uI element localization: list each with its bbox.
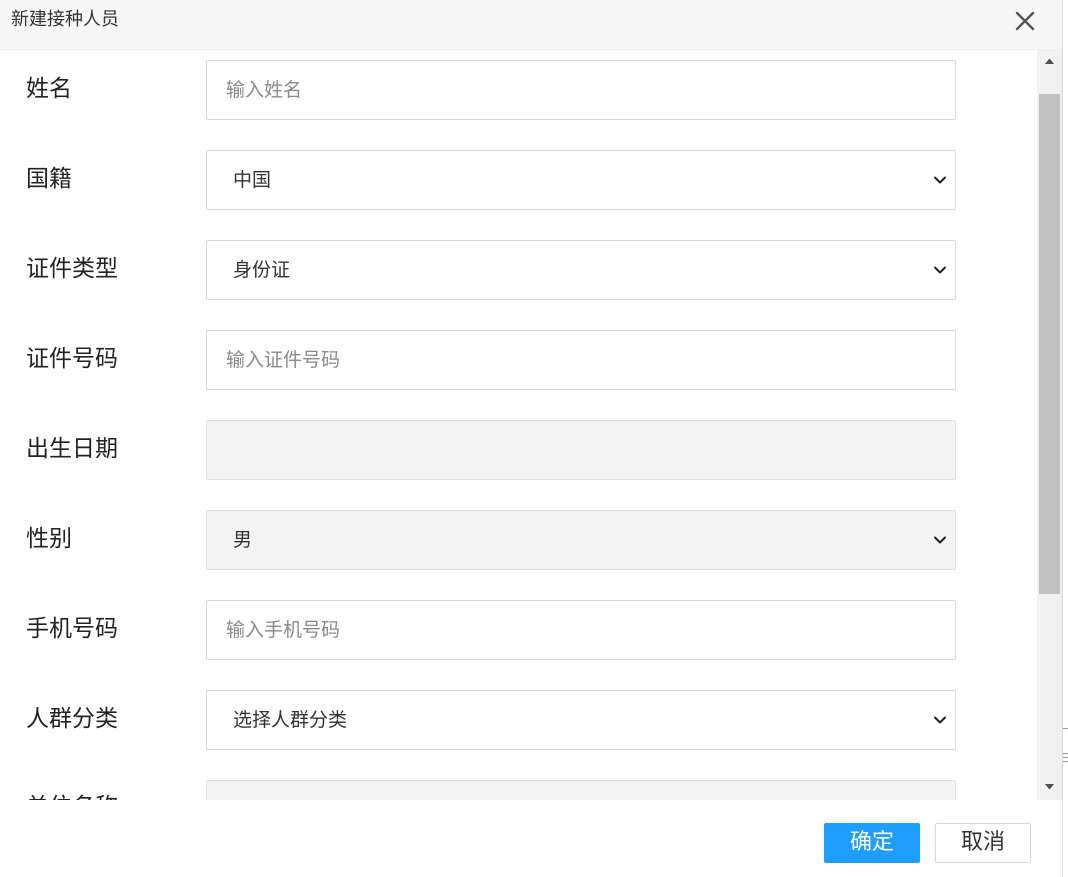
form-row-nationality: 国籍 中国 [0,150,1037,210]
id-type-value: 身份证 [233,259,291,281]
population-category-label: 人群分类 [26,706,118,732]
work-unit-label: 单位名称 [26,792,118,800]
chevron-down-icon [934,716,946,724]
scroll-up-button[interactable] [1037,50,1062,72]
chevron-down-icon [934,176,946,184]
name-field-box [206,60,956,120]
birth-date-input [207,421,955,479]
phone-input[interactable] [207,601,955,659]
confirm-button[interactable]: 确定 [824,823,920,863]
form-row-gender: 性别 男 [0,510,1037,570]
divider [1063,761,1068,762]
id-type-select[interactable]: 身份证 [206,240,956,300]
name-label: 姓名 [26,76,72,102]
vertical-scrollbar[interactable] [1037,50,1062,800]
gender-value: 男 [233,529,253,551]
form-row-population-category: 人群分类 选择人群分类 [0,690,1037,750]
close-icon [1015,11,1035,31]
scrollbar-thumb[interactable] [1039,94,1060,594]
phone-label: 手机号码 [26,616,118,642]
form-row-birth-date: 出生日期 [0,420,1037,480]
gender-select: 男 [206,510,956,570]
gender-label: 性别 [26,526,72,552]
nationality-value: 中国 [233,169,272,191]
divider [1063,757,1068,758]
id-type-label: 证件类型 [26,256,118,282]
birth-date-label: 出生日期 [26,436,118,462]
form-row-id-type: 证件类型 身份证 [0,240,1037,300]
nationality-select[interactable]: 中国 [206,150,956,210]
triangle-down-icon [1045,784,1054,790]
work-unit-field [206,780,956,800]
id-number-label: 证件号码 [26,346,118,372]
divider [1063,753,1068,754]
page-edge-strip [1062,0,1068,877]
name-input[interactable] [207,61,955,119]
chevron-down-icon [934,536,946,544]
divider [1063,728,1068,729]
new-vaccinee-dialog: 新建接种人员 姓名 国籍 中国 证件类型 身份证 [0,0,1068,877]
id-number-input[interactable] [207,331,955,389]
cancel-button[interactable]: 取消 [935,823,1031,863]
dialog-title: 新建接种人员 [11,9,119,30]
birth-date-field [206,420,956,480]
form-row-phone: 手机号码 [0,600,1037,660]
phone-field-box [206,600,956,660]
dialog-footer: 确定 取消 [0,800,1062,877]
form-row-name: 姓名 [0,60,1037,120]
form-row-work-unit: 单位名称 [0,780,1037,800]
dialog-titlebar: 新建接种人员 [0,0,1062,50]
scroll-down-button[interactable] [1037,776,1062,798]
form-scroll-area: 姓名 国籍 中国 证件类型 身份证 证件号码 [0,50,1037,800]
population-category-select[interactable]: 选择人群分类 [206,690,956,750]
population-category-value: 选择人群分类 [233,709,348,731]
id-number-field-box [206,330,956,390]
chevron-down-icon [934,266,946,274]
triangle-up-icon [1045,58,1054,64]
nationality-label: 国籍 [26,166,72,192]
form-row-id-number: 证件号码 [0,330,1037,390]
close-button[interactable] [1013,9,1037,33]
